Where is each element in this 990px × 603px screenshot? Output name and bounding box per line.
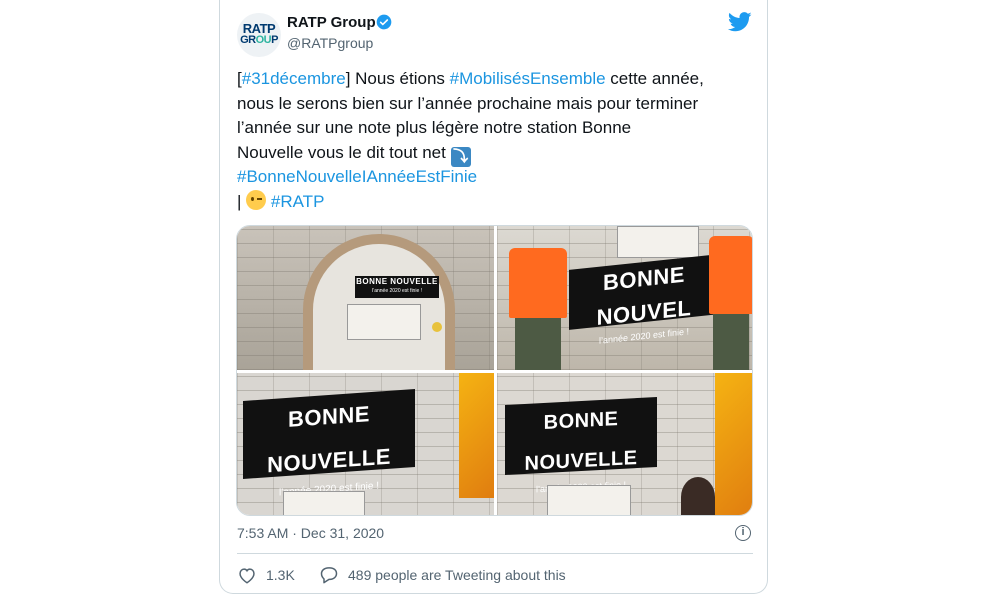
tweet-line-3: l’année sur une note plus légère notre s… <box>237 118 632 137</box>
hashtag-ratp[interactable]: #RATP <box>271 192 325 211</box>
twitter-bird-icon[interactable] <box>728 12 752 32</box>
station-sign: BONNE NOUVELLE l’année 2020 est finie ! <box>243 388 415 498</box>
station-map <box>347 304 421 340</box>
photo-grid: BONNE NOUVELLE l’année 2020 est finie ! … <box>236 225 753 516</box>
worker-right-legs <box>713 314 749 370</box>
tweet-line-5: #BonneNouvelleIAnnéeEstFinie <box>237 165 757 190</box>
avatar-logo-bottom: GROUP <box>240 34 278 46</box>
info-icon[interactable]: i <box>735 525 751 541</box>
divider <box>237 553 753 554</box>
worker-right <box>709 236 752 314</box>
author-name[interactable]: RATP Group <box>287 14 376 31</box>
station-sign: BONNE NOUVELLE l’année 2020 est finie ! <box>505 397 657 494</box>
round-badge <box>432 322 442 332</box>
author-handle[interactable]: @RATPgroup <box>287 35 373 51</box>
photo-4[interactable]: BONNE NOUVELLE l’année 2020 est finie ! <box>497 373 752 515</box>
poster <box>715 373 752 515</box>
tweet-text: [#31décembre] Nous étions #MobilisésEnse… <box>237 67 757 214</box>
worker-left-legs <box>515 318 561 370</box>
photo-3[interactable]: BONNE NOUVELLE l’année 2020 est finie ! <box>237 373 494 515</box>
heart-icon[interactable] <box>237 566 257 584</box>
station-map <box>547 485 631 515</box>
tweet-line-4: Nouvelle vous le dit tout net ⤵ <box>237 141 757 167</box>
station-sign: BONNE NOUVELLE l’année 2020 est finie ! <box>355 276 439 298</box>
tweet-line-2: nous le serons bien sur l’année prochain… <box>237 93 699 113</box>
hashtag-31decembre[interactable]: #31décembre <box>242 69 346 88</box>
arrow-down-emoji-icon: ⤵ <box>450 146 471 167</box>
like-count[interactable]: 1.3K <box>266 567 295 583</box>
wall-map <box>617 226 699 258</box>
station-map <box>283 491 365 515</box>
tweet-line-1: [#31décembre] Nous étions #MobilisésEnse… <box>237 69 704 88</box>
worker-left <box>509 248 567 318</box>
tweet-line-6: | #RATP <box>237 189 325 211</box>
hashtag-bonnenouvelle[interactable]: #BonneNouvelleIAnnéeEstFinie <box>237 167 477 186</box>
avatar[interactable]: RATP GROUP <box>237 13 281 57</box>
photo-1[interactable]: BONNE NOUVELLE l’année 2020 est finie ! <box>237 226 494 370</box>
reply-bubble-icon[interactable] <box>319 565 339 584</box>
poster <box>459 373 494 498</box>
conversation-link[interactable]: 489 people are Tweeting about this <box>348 567 566 583</box>
timestamp[interactable]: 7:53 AM · Dec 31, 2020 <box>237 525 384 541</box>
verified-badge-icon <box>376 14 392 30</box>
wink-emoji-icon <box>246 189 267 210</box>
person-head <box>681 477 715 515</box>
photo-2[interactable]: BONNE NOUVEL l’année 2020 est finie ! <box>497 226 752 370</box>
hashtag-mobilisesensemble[interactable]: #MobilisésEnsemble <box>450 69 606 88</box>
tweet-card[interactable]: RATP GROUP RATP Group @RATPgroup [#31déc… <box>219 0 768 594</box>
